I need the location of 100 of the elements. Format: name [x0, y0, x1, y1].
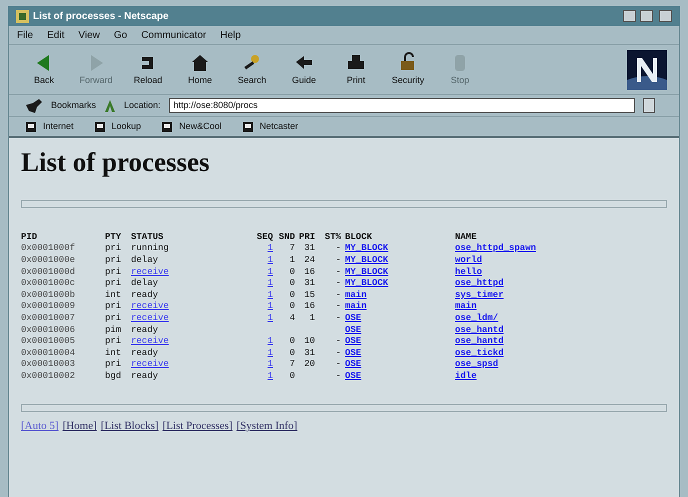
block-link[interactable]: OSE — [345, 324, 362, 334]
block-link[interactable]: OSE — [345, 348, 362, 358]
maximize-button[interactable] — [640, 10, 653, 22]
personal-toolbar-link[interactable]: Netcaster — [260, 120, 298, 134]
st-cell: - — [336, 254, 341, 265]
footer-link[interactable]: [System Info] — [236, 418, 298, 435]
process-name-link[interactable]: ose_tickd — [455, 348, 504, 358]
pid-cell-text: 0x0001000c — [21, 278, 76, 290]
block-link[interactable]: main — [345, 301, 367, 312]
column-header: PID — [21, 232, 38, 244]
process-name-link[interactable]: idle — [455, 370, 477, 381]
block-link[interactable]: main — [345, 290, 367, 300]
pty-cell-text: bgd — [105, 370, 122, 382]
toolbar-button[interactable]: Guide — [281, 52, 327, 88]
seq-link[interactable]: 1 — [268, 370, 273, 381]
toolbar-button[interactable]: Search — [229, 52, 275, 88]
footer-link[interactable]: [List Blocks] — [100, 418, 159, 435]
process-name-link[interactable]: ose_httpd_spawn — [455, 243, 536, 254]
process-name-link[interactable]: ose_hantd — [455, 336, 504, 346]
snd-cell: 7 — [290, 243, 295, 254]
st-cell: - — [336, 266, 341, 277]
seq-link[interactable]: 1 — [268, 359, 273, 370]
location-field[interactable]: http://ose:8080/procs — [168, 98, 635, 113]
snd-cell: 0 — [290, 348, 295, 358]
status-link[interactable]: receive — [131, 336, 169, 346]
footer-link[interactable]: [List Processes] — [162, 418, 233, 435]
menu-item[interactable]: Help — [220, 28, 241, 42]
dropdown-button[interactable] — [643, 98, 655, 113]
toolbar-button[interactable]: Home — [177, 52, 223, 88]
process-name-link[interactable]: ose_httpd — [455, 278, 504, 288]
process-name-link[interactable]: ose_ldm/ — [455, 312, 498, 323]
snd-cell: 0 — [290, 370, 295, 381]
seq-link[interactable]: 1 — [268, 254, 273, 265]
pty-cell-text: pri — [105, 254, 122, 267]
block-link[interactable]: MY_BLOCK — [345, 243, 388, 254]
page-icon — [94, 120, 106, 132]
snd-cell: 0 — [290, 301, 295, 312]
close-button[interactable] — [659, 10, 672, 22]
st-cell: - — [336, 348, 341, 358]
pty-cell-text: pri — [105, 336, 122, 348]
menu-item[interactable]: Edit — [47, 28, 64, 42]
pri-cell: 24 — [304, 254, 315, 265]
seq-link[interactable]: 1 — [268, 312, 273, 323]
toolbar-button[interactable]: Reload — [125, 52, 171, 88]
menu-item[interactable]: Communicator — [141, 28, 206, 42]
st-cell: - — [336, 243, 341, 254]
snd-cell: 0 — [290, 336, 295, 346]
app-icon — [16, 10, 29, 22]
status-link[interactable]: receive — [131, 266, 169, 277]
toolbar-button[interactable]: Security — [385, 52, 431, 88]
column-header: BLOCK — [345, 232, 374, 244]
pri-cell: 31 — [304, 278, 315, 288]
seq-link[interactable]: 1 — [268, 336, 273, 346]
seq-link[interactable]: 1 — [268, 290, 273, 300]
pid-cell-text: 0x00010003 — [21, 359, 76, 371]
process-name-link[interactable]: main — [455, 301, 477, 312]
personal-toolbar-link[interactable]: New&Cool — [179, 120, 222, 134]
block-link[interactable]: MY_BLOCK — [345, 254, 388, 265]
block-link[interactable]: MY_BLOCK — [345, 266, 388, 277]
status-link[interactable]: receive — [131, 359, 169, 370]
pty-cell-text: pri — [105, 312, 122, 324]
snd-cell: 0 — [290, 290, 295, 300]
snd-cell: 1 — [290, 254, 295, 265]
pid-cell-text: 0x00010004 — [21, 348, 76, 360]
menu-item[interactable]: File — [17, 28, 34, 42]
block-link[interactable]: OSE — [345, 336, 362, 346]
st-cell: - — [336, 301, 341, 312]
process-name-link[interactable]: world — [455, 254, 482, 265]
toolbar-button[interactable]: Print — [333, 52, 379, 88]
block-link[interactable]: OSE — [345, 312, 362, 323]
menu-item[interactable]: View — [78, 28, 100, 42]
menu-item[interactable]: Go — [114, 28, 128, 42]
seq-link[interactable]: 1 — [268, 278, 273, 288]
personal-toolbar-link[interactable]: Lookup — [112, 120, 142, 134]
st-cell: - — [336, 312, 341, 323]
seq-link[interactable]: 1 — [268, 348, 273, 358]
bookmark-icon — [25, 98, 43, 112]
st-cell: - — [336, 336, 341, 346]
process-name-link[interactable]: ose_hantd — [455, 324, 504, 334]
process-name-link[interactable]: ose_spsd — [455, 359, 498, 370]
block-link[interactable]: OSE — [345, 359, 362, 370]
location-icon — [104, 98, 116, 112]
block-link[interactable]: MY_BLOCK — [345, 278, 388, 288]
toolbar-button[interactable]: Back — [21, 52, 67, 88]
footer-link[interactable]: [Auto 5] — [21, 418, 59, 435]
footer-link[interactable]: [Home] — [62, 418, 97, 435]
status-link[interactable]: receive — [131, 312, 169, 323]
personal-toolbar-link[interactable]: Internet — [43, 120, 74, 134]
seq-link[interactable]: 1 — [268, 266, 273, 277]
seq-link[interactable]: 1 — [268, 301, 273, 312]
block-link[interactable]: OSE — [345, 370, 362, 381]
status-cell: ready — [131, 370, 158, 381]
status-link[interactable]: receive — [131, 301, 169, 312]
bookmarks-button[interactable]: Bookmarks — [51, 98, 96, 112]
minimize-button[interactable] — [623, 10, 636, 22]
seq-link[interactable]: 1 — [268, 243, 273, 254]
process-name-link[interactable]: sys_timer — [455, 290, 504, 300]
pty-cell-text: pri — [105, 266, 122, 278]
process-name-link[interactable]: hello — [455, 266, 482, 277]
pty-cell-text: pri — [105, 278, 122, 290]
